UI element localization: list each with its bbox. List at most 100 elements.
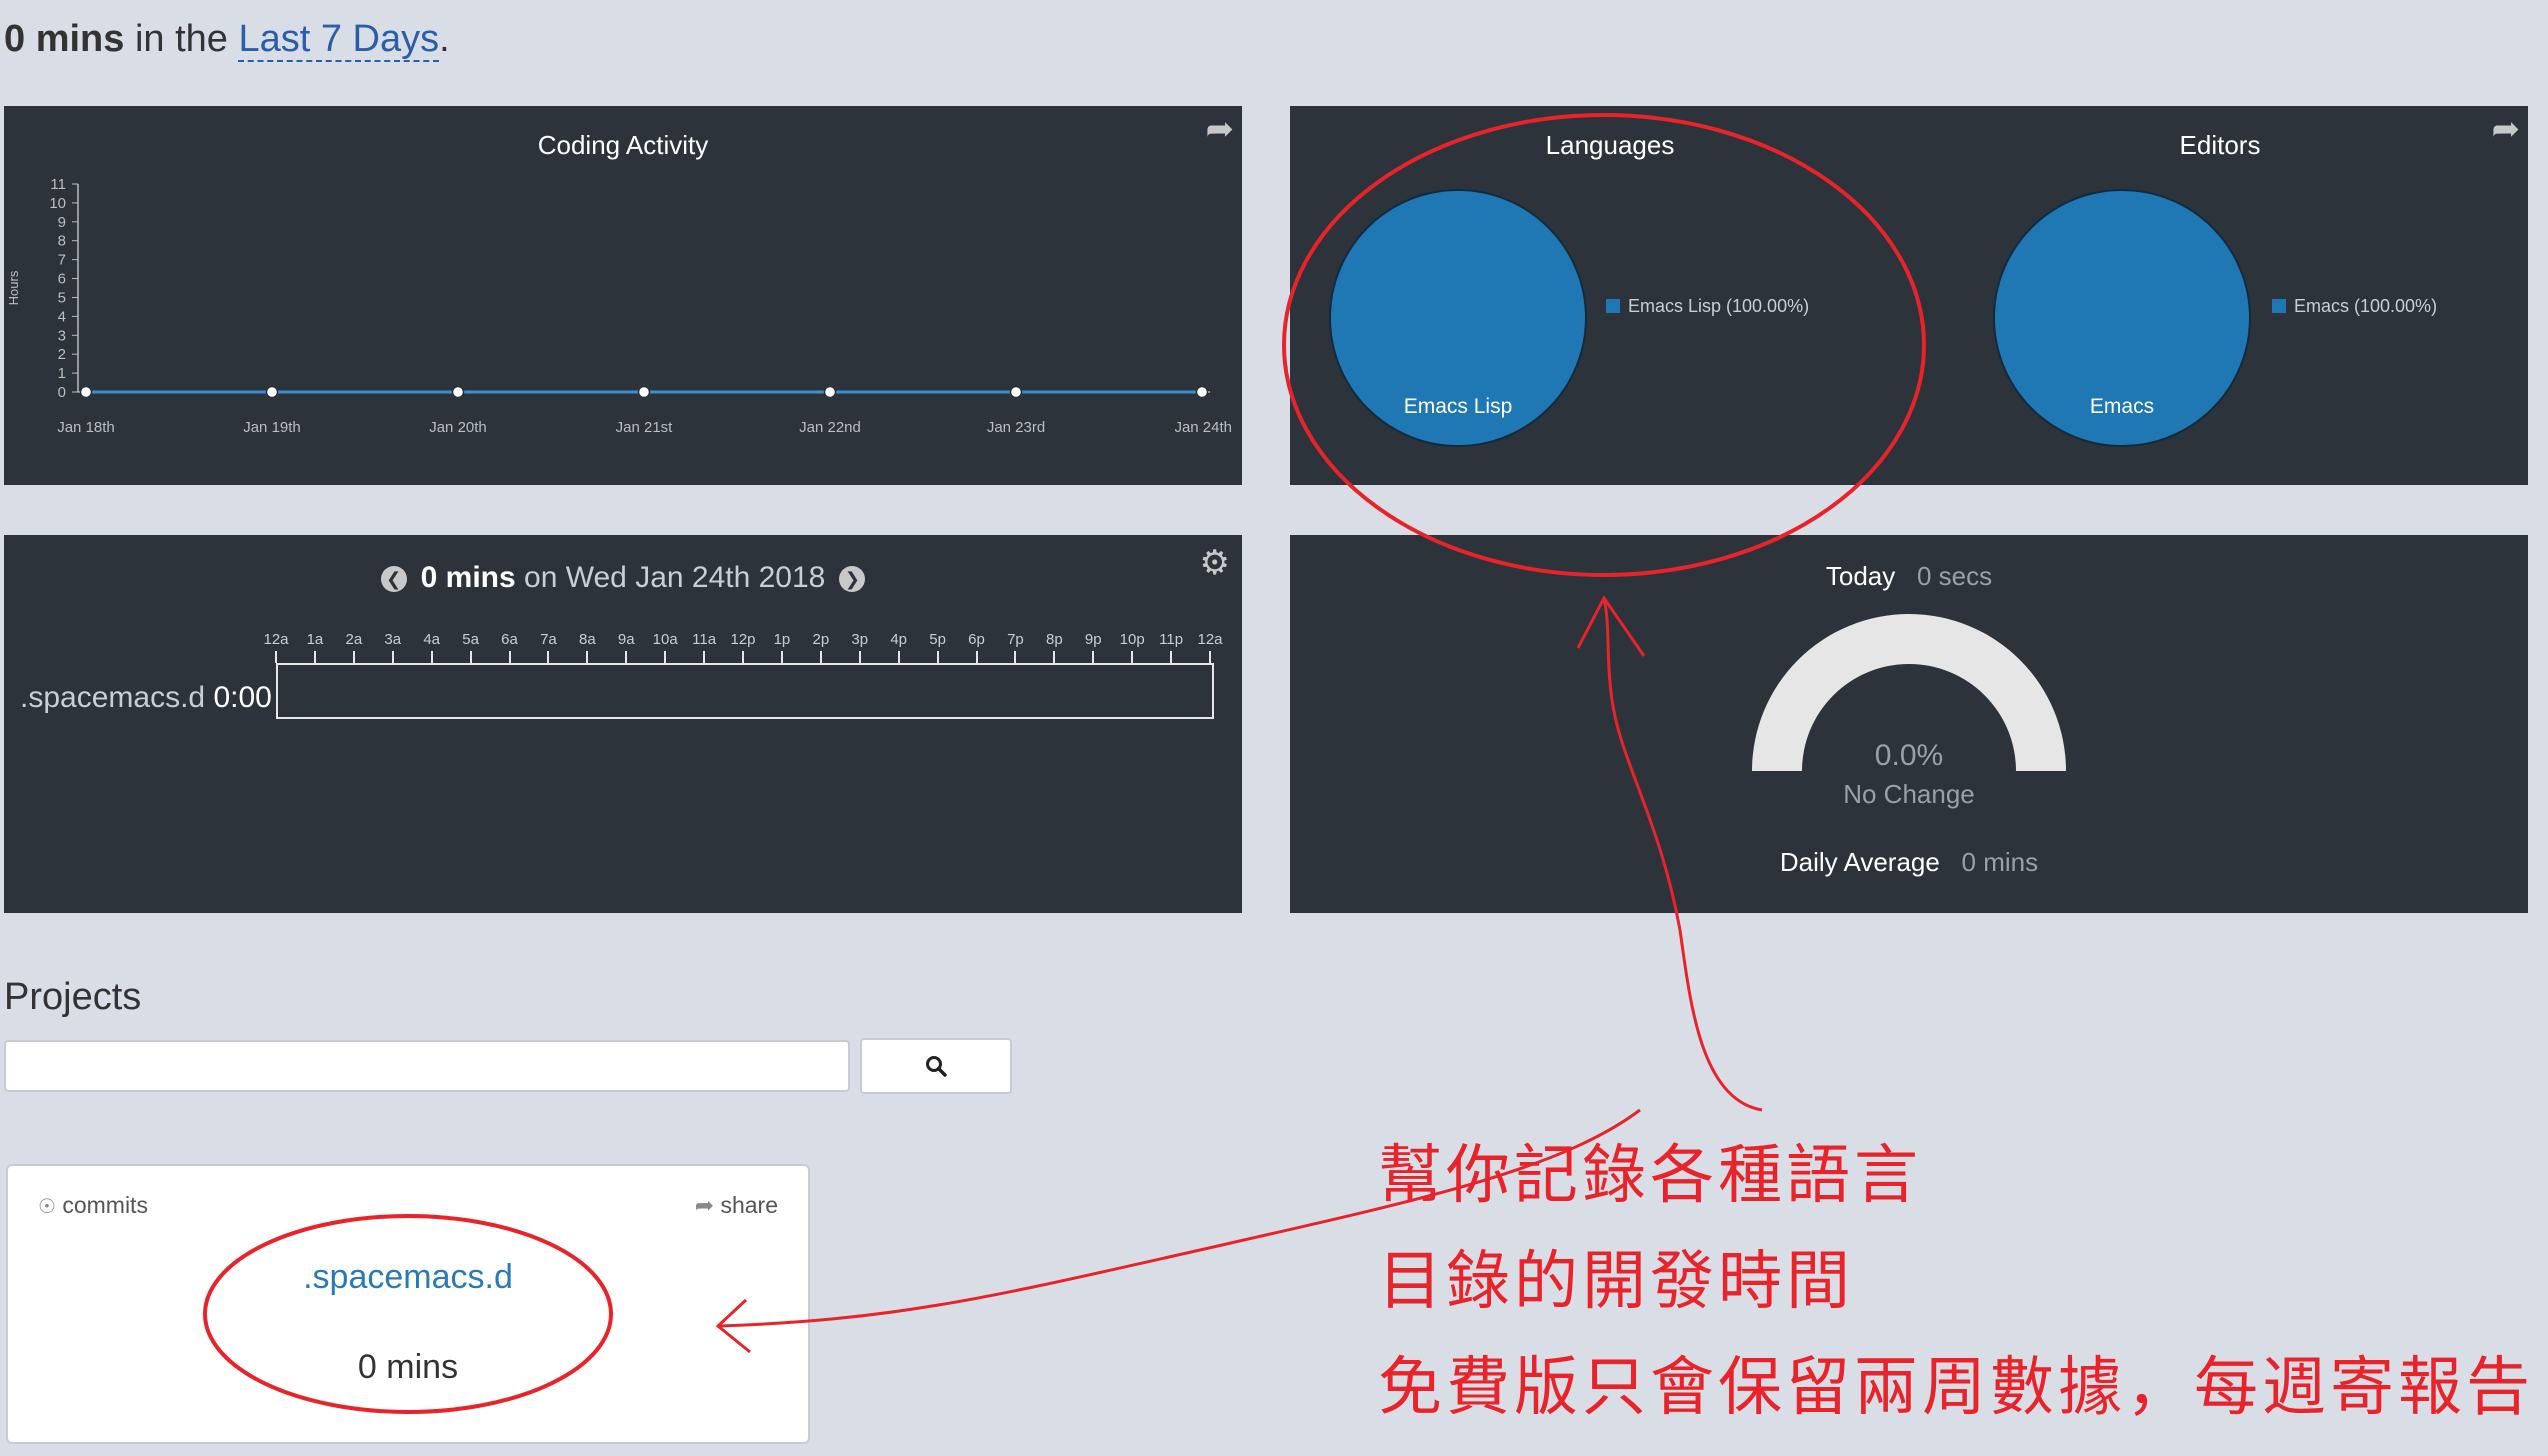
project-time: 0 mins — [357, 1348, 459, 1386]
hour-tick-label: 3a — [384, 631, 402, 648]
editors-pie: Emacs — [1993, 189, 2251, 447]
next-day-icon[interactable]: ❯ — [839, 566, 866, 592]
x-tick-label: Jan 21st — [616, 419, 674, 436]
daily-average-label: Daily Average — [1779, 847, 1940, 877]
languages-editors-panel: ➦ Languages Editors Emacs Lisp Emacs Lis… — [1290, 106, 2528, 485]
project-card[interactable]: ☉ commits ➦ share .spacemacs.d 0 mins — [6, 1164, 810, 1444]
x-tick-label: Jan 22nd — [799, 419, 861, 436]
hour-tick-label: 8p — [1045, 631, 1063, 648]
hour-tick — [1131, 651, 1134, 663]
y-tick-label: 3 — [58, 327, 66, 344]
hour-tick-label: 8a — [578, 631, 596, 648]
legend-swatch — [1606, 299, 1620, 313]
hour-tick-label: 11a — [692, 631, 717, 648]
y-tick-label: 2 — [58, 346, 66, 363]
today-panel: Today 0 secs 0.0% No Change Daily Averag… — [1290, 535, 2528, 913]
timeline-project-label: .spacemacs.d 0:00 — [20, 681, 272, 714]
hour-axis: 12a 1a 2a 3a 4a 5a 6a 7a 8a 9a 10a 11a 12p 1p 2p 3p 4p 5p… — [263, 631, 1223, 663]
hour-tick-label: 7a — [540, 631, 557, 648]
hour-tick — [703, 651, 706, 663]
hour-tick — [508, 651, 511, 663]
hour-tick — [469, 651, 472, 663]
x-tick-label: Jan 19th — [243, 419, 301, 436]
hour-tick — [391, 651, 394, 663]
hour-tick-label: 6p — [968, 631, 985, 648]
hour-tick — [936, 651, 939, 663]
hour-tick — [1014, 651, 1017, 663]
annotation-line-3: 免費版只會保留兩周數據，每週寄報告 — [1378, 1351, 2534, 1425]
hour-tick — [1053, 651, 1056, 663]
hour-tick — [313, 651, 316, 663]
x-tick-label: Jan 23rd — [987, 419, 1045, 436]
hour-tick-label: 2a — [345, 631, 363, 648]
y-tick-label: 11 — [50, 176, 66, 193]
data-point[interactable] — [637, 385, 651, 399]
hour-tick-label: 10p — [1119, 631, 1145, 648]
y-tick-label: 6 — [58, 271, 66, 288]
summary-total: 0 mins — [4, 18, 125, 60]
hour-tick — [664, 651, 667, 663]
editors-title: Editors — [2179, 130, 2261, 160]
hour-tick-label: 10a — [652, 631, 678, 648]
hour-tick — [897, 651, 900, 663]
languages-title: Languages — [1545, 130, 1675, 160]
hour-tick-label: 12a — [263, 631, 289, 648]
gear-icon[interactable]: ⚙ — [1200, 543, 1230, 583]
hour-tick-label: 12p — [730, 631, 756, 648]
hour-tick — [742, 651, 744, 663]
data-point[interactable] — [823, 385, 837, 399]
day-view-header: ❮ 0 mins on Wed Jan 24th 2018 ❯ — [4, 561, 1242, 595]
daily-average-value: 0 mins — [1961, 847, 2039, 877]
hour-tick-label: 3p — [851, 631, 869, 648]
range-link[interactable]: Last 7 Days — [238, 18, 440, 62]
data-point[interactable] — [1195, 385, 1209, 399]
hour-tick-label: 9p — [1084, 631, 1102, 648]
hour-tick — [625, 651, 628, 663]
y-tick-label: 1 — [58, 365, 66, 382]
hour-tick-label: 11p — [1159, 631, 1184, 648]
hour-tick-label: 4p — [890, 631, 907, 648]
prev-day-icon[interactable]: ❮ — [380, 566, 407, 592]
share-link[interactable]: ➦ share — [695, 1192, 778, 1219]
data-point[interactable] — [265, 385, 279, 399]
data-point[interactable] — [451, 385, 465, 399]
hour-tick — [780, 651, 783, 663]
search-icon — [926, 1055, 947, 1077]
share-icon[interactable]: ➦ — [2492, 112, 2521, 146]
today-label: Today — [1825, 561, 1896, 591]
y-axis-label: Hours — [6, 270, 21, 305]
y-tick-label: 5 — [58, 289, 66, 306]
y-tick-label: 7 — [58, 252, 66, 269]
timeline-bar[interactable] — [276, 663, 1214, 719]
summary-header: 0 mins in the Last 7 Days. — [4, 18, 450, 62]
hour-tick-label: 9a — [617, 631, 635, 648]
share-icon: ➦ — [694, 1192, 715, 1218]
coding-activity-panel: Coding Activity ➦ 0 1 2 3 4 5 6 7 8 9 10 11 Hours Jan… — [4, 106, 1242, 485]
annotation-line-2: 目錄的開發時間 — [1378, 1245, 1854, 1319]
commits-link[interactable]: ☉ commits — [38, 1192, 148, 1219]
languages-slice-label: Emacs Lisp — [1404, 395, 1513, 418]
project-name-link[interactable]: .spacemacs.d — [8, 1258, 808, 1297]
hour-tick-label: 12a — [1197, 631, 1223, 648]
hour-tick — [352, 651, 355, 663]
hour-tick — [1170, 651, 1173, 663]
editors-legend: Emacs (100.00%) — [2272, 296, 2437, 317]
hour-tick-label: 7p — [1007, 631, 1024, 648]
today-value: 0 secs — [1916, 561, 1993, 591]
hour-tick — [430, 651, 433, 663]
project-search-input[interactable] — [4, 1040, 850, 1092]
data-point[interactable] — [1009, 385, 1023, 399]
project-search-button[interactable] — [860, 1038, 1012, 1094]
x-tick-label: Jan 18th — [57, 419, 115, 436]
languages-legend: Emacs Lisp (100.00%) — [1606, 296, 1809, 317]
hour-tick — [1092, 651, 1095, 663]
legend-swatch — [2272, 299, 2286, 313]
daily-average-row: Daily Average 0 mins — [1290, 847, 2528, 878]
data-point[interactable] — [79, 385, 93, 399]
hour-tick — [586, 651, 589, 663]
hour-tick-label: 2p — [812, 631, 830, 648]
editors-slice-label: Emacs — [2090, 395, 2154, 418]
languages-pie: Emacs Lisp — [1329, 189, 1587, 447]
hour-tick — [858, 651, 861, 663]
annotation-line-1: 幫你記錄各種語言 — [1378, 1139, 1922, 1213]
